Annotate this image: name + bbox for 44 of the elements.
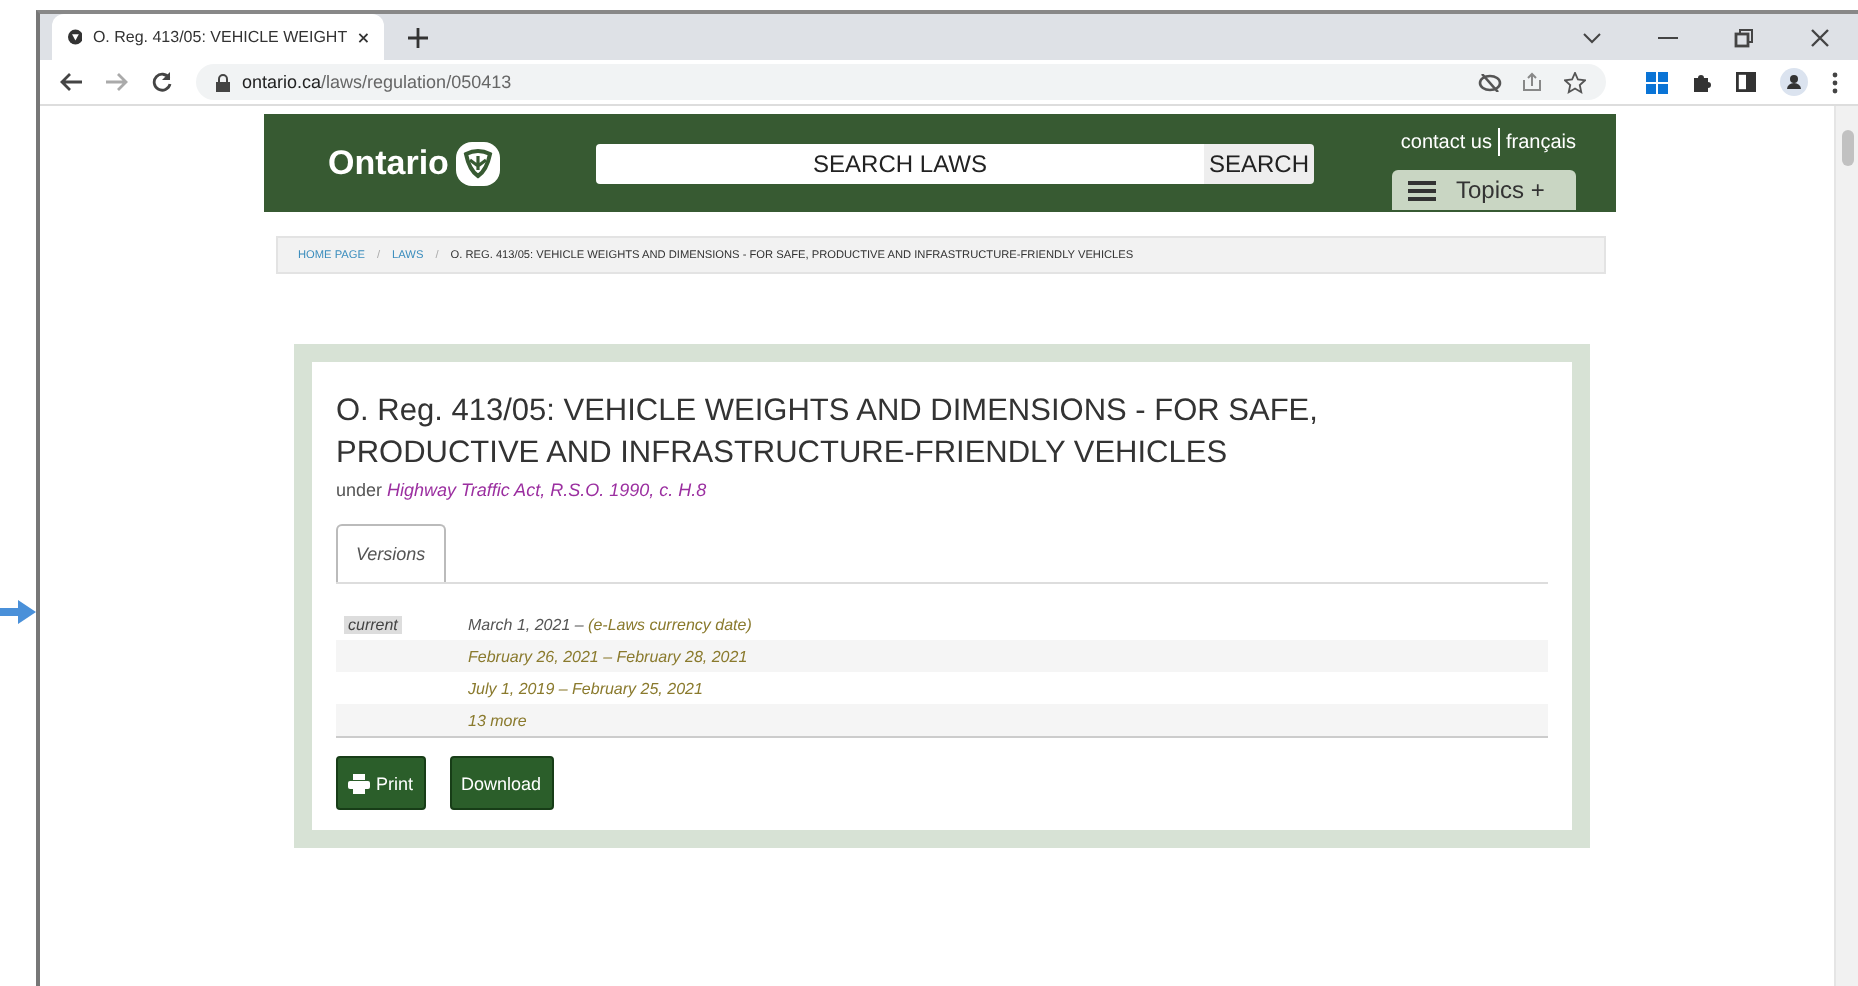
act-link[interactable]: Highway Traffic Act, R.S.O. 1990, c. H.8 bbox=[387, 480, 707, 500]
lock-icon bbox=[216, 73, 230, 91]
arrow-icon bbox=[0, 600, 36, 624]
version-link[interactable]: 13 more bbox=[468, 711, 527, 729]
side-panel-icon[interactable] bbox=[1736, 72, 1756, 92]
url-path: /laws/regulation/050413 bbox=[321, 72, 512, 92]
search-field[interactable]: SEARCH LAWS bbox=[596, 143, 1204, 183]
close-icon[interactable] bbox=[1810, 27, 1830, 47]
close-tab-icon[interactable] bbox=[357, 29, 368, 45]
tab-list-icon[interactable] bbox=[1582, 31, 1602, 43]
new-tab-icon[interactable] bbox=[408, 27, 428, 47]
eye-slash-icon[interactable] bbox=[1478, 73, 1502, 91]
current-badge: current bbox=[344, 615, 402, 633]
site-icon bbox=[68, 26, 83, 48]
grid-icon[interactable] bbox=[1646, 71, 1668, 93]
menu-icon[interactable] bbox=[1832, 71, 1838, 93]
scrollbar[interactable] bbox=[1834, 106, 1858, 986]
address-bar[interactable]: ontario.ca/laws/regulation/050413 bbox=[196, 64, 1606, 100]
topics-button[interactable]: Topics + bbox=[1392, 170, 1576, 210]
print-button[interactable]: Print bbox=[336, 756, 426, 810]
document-title: O. Reg. 413/05: VEHICLE WEIGHTS AND DIMENSIONS - FOR SAFE, PRODUCTIVE AND INFRASTRUCTURE-FRIENDLY VEHICLES bbox=[336, 392, 1320, 474]
profile-icon[interactable] bbox=[1780, 68, 1808, 96]
back-icon[interactable] bbox=[60, 72, 82, 92]
share-icon[interactable] bbox=[1522, 72, 1544, 92]
printer-icon bbox=[348, 773, 370, 793]
menu-icon bbox=[1408, 179, 1436, 201]
reload-icon[interactable] bbox=[152, 72, 172, 92]
tab-title: O. Reg. 413/05: VEHICLE WEIGHT bbox=[92, 28, 348, 46]
header-link[interactable]: français bbox=[1505, 131, 1576, 153]
browser-tab[interactable]: O. Reg. 413/05: VEHICLE WEIGHT bbox=[52, 14, 384, 60]
under-label: under bbox=[336, 480, 383, 500]
restore-icon[interactable] bbox=[1734, 27, 1754, 47]
star-icon[interactable] bbox=[1564, 71, 1586, 93]
header-link[interactable]: contact us bbox=[1400, 131, 1492, 153]
url-host: ontario.ca bbox=[242, 72, 322, 92]
site-logo[interactable]: Ontario bbox=[328, 143, 449, 183]
minimize-icon[interactable] bbox=[1658, 35, 1678, 39]
version-link[interactable]: July 1, 2019 – February 25, 2021 bbox=[468, 679, 703, 697]
version-link[interactable]: February 26, 2021 – February 28, 2021 bbox=[468, 647, 748, 665]
download-button[interactable]: Download bbox=[449, 756, 554, 810]
versions-tab[interactable]: Versions bbox=[336, 524, 446, 582]
version-date: March 1, 2021 – (e-Laws currency date) bbox=[468, 615, 752, 633]
search-button[interactable]: SEARCH bbox=[1204, 143, 1314, 183]
puzzle-icon[interactable] bbox=[1692, 72, 1712, 92]
